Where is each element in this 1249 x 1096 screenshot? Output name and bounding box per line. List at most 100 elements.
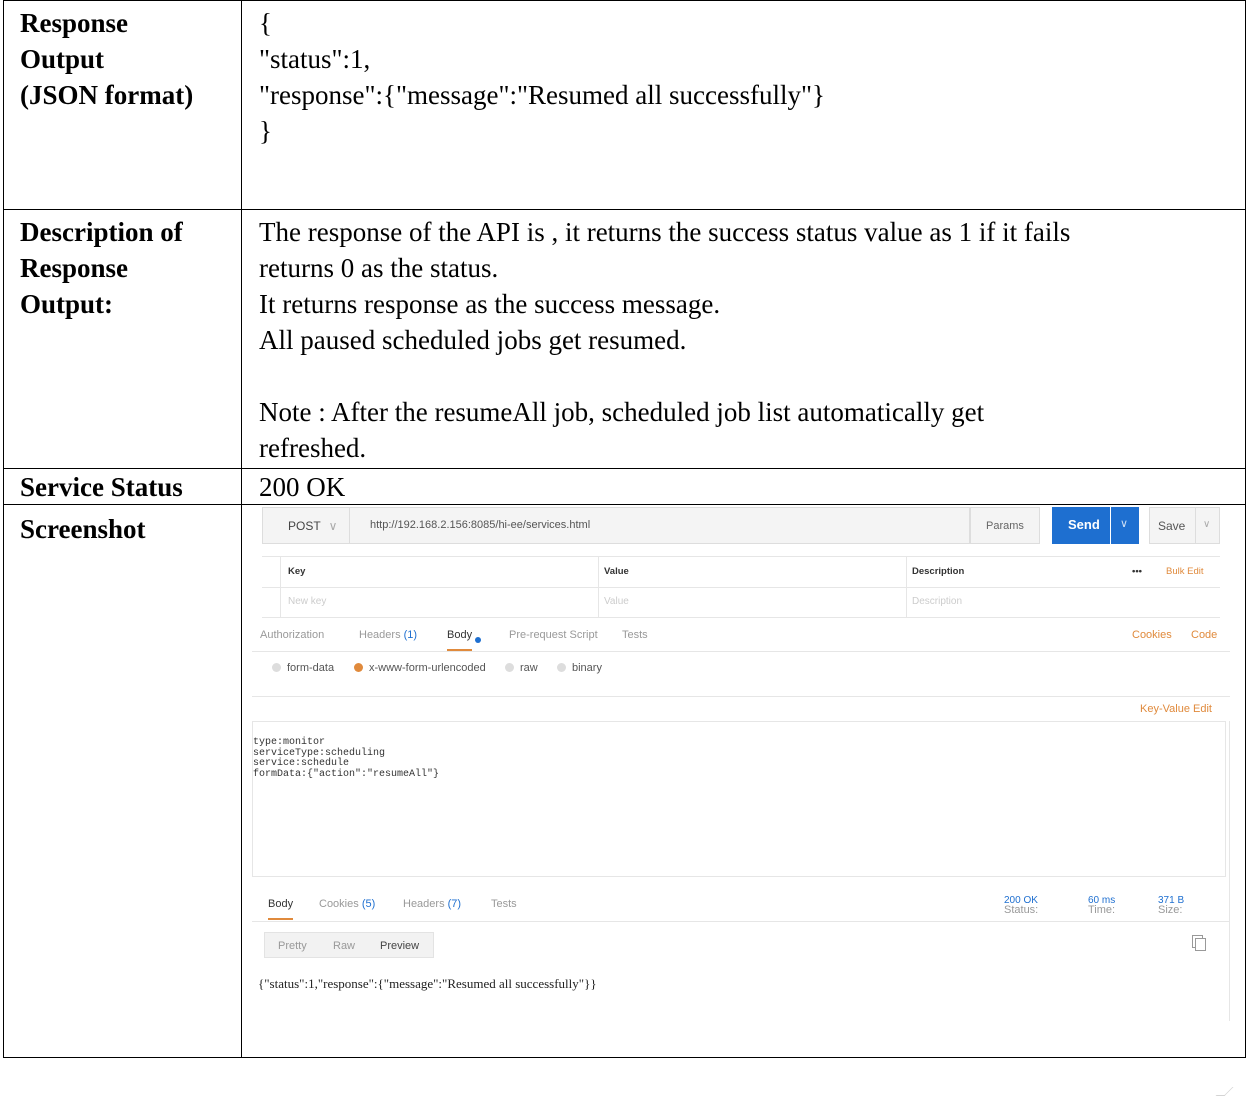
status-value: 200 OK [259,472,346,502]
resp-tab-cookies[interactable]: Cookies (5) [319,898,375,910]
label-line: (JSON format) [20,80,194,110]
pretty-button[interactable]: Pretty [278,940,307,952]
row-value: 200 OK [242,469,1245,505]
size-label: Size: [1158,904,1183,916]
desc-line: refreshed. [259,433,367,463]
resp-tab-tests[interactable]: Tests [491,898,517,910]
row-label: Screenshot [4,505,242,1058]
tab-headers-count: (1) [403,629,418,641]
resp-tab-headers-label: Headers [403,898,445,910]
resp-tab-headers[interactable]: Headers (7) [403,898,461,910]
new-key-input[interactable]: New key [288,596,326,607]
method-select[interactable]: POST ∨ [262,507,350,544]
params-new-row: New key Value Description [262,587,1220,618]
label-line: Output: [20,289,114,319]
label-line: Screenshot [20,514,146,544]
radio-selected-icon [354,663,363,672]
table-row-service-status: Service Status 200 OK [4,468,1245,505]
chevron-down-icon: ∨ [328,519,338,533]
bulk-edit-link[interactable]: Bulk Edit [1166,566,1204,577]
params-table: Key Value Description ••• Bulk Edit New … [262,556,1220,618]
col-value: Value [604,566,629,577]
desc-line: Note : After the resumeAll job, schedule… [259,397,985,427]
divider [1229,721,1230,1021]
preview-button[interactable]: Preview [380,940,419,952]
col-description: Description [912,566,965,577]
json-line: { [259,8,272,38]
more-options-icon[interactable]: ••• [1132,566,1142,577]
tab-headers[interactable]: Headers (1) [359,629,417,641]
tab-body-label: Body [447,629,473,641]
json-line: "response":{"message":"Resumed all succe… [259,80,825,110]
body-editor-text: type:monitor serviceType:scheduling serv… [253,737,440,780]
radio-label: binary [572,662,602,674]
label-line: Output [20,44,105,74]
desc-line: returns 0 as the status. [259,253,499,283]
row-label: Description of Response Output: [4,210,242,469]
active-dot-icon [475,637,482,643]
send-button[interactable]: Send [1052,507,1110,544]
status-label: Status: [1004,904,1039,916]
url-text: http://192.168.2.156:8085/hi-ee/services… [370,519,591,531]
resize-grip-icon[interactable] [1215,1087,1234,1096]
resp-tab-cookies-label: Cookies [319,898,359,910]
divider [598,556,599,618]
method-label: POST [288,519,321,533]
label-line: Response [20,253,129,283]
table-row-response-output: Response Output (JSON format) { "status"… [4,1,1245,209]
tab-headers-label: Headers [359,629,401,641]
label-line: Description of [20,217,183,247]
response-tabs: Body Cookies (5) Headers (7) Tests Statu… [252,889,1230,922]
radio-form-data[interactable]: form-data [272,662,334,674]
new-value-input[interactable]: Value [604,596,629,607]
request-tabs: Authorization Headers (1) Body Pre-reque… [252,621,1230,652]
col-key: Key [288,566,306,577]
tab-prerequest-script[interactable]: Pre-request Script [509,629,598,641]
resp-tab-headers-count: (7) [447,898,462,910]
row-value: { "status":1, "response":{"message":"Res… [242,1,1245,209]
tab-body[interactable]: Body [447,629,482,651]
desc-blank-line [259,358,1245,394]
radio-raw[interactable]: raw [505,662,538,674]
key-value-edit-link[interactable]: Key-Value Edit [1140,703,1212,715]
postman-screenshot: POST ∨ http://192.168.2.156:8085/hi-ee/se… [252,501,1234,1096]
row-label: Service Status [4,469,242,505]
desc-line: All paused scheduled jobs get resumed. [259,325,687,355]
response-status: Status: 200 OK [1004,895,1038,916]
url-input[interactable]: http://192.168.2.156:8085/hi-ee/services… [350,507,970,544]
json-line: } [259,116,272,146]
resp-tab-cookies-count: (5) [361,898,376,910]
copy-icon[interactable] [1192,935,1206,951]
label-line: Response [20,8,129,38]
radio-icon [505,663,514,672]
row-label: Response Output (JSON format) [4,1,242,209]
code-link[interactable]: Code [1191,629,1217,641]
body-editor[interactable]: type:monitor serviceType:scheduling serv… [252,721,1234,1096]
radio-x-www-form-urlencoded[interactable]: x-www-form-urlencoded [354,662,486,674]
response-body-text: {"status":1,"response":{"message":"Resum… [258,976,597,991]
radio-icon [557,663,566,672]
response-size: Size: 371 B [1158,895,1184,916]
radio-binary[interactable]: binary [557,662,602,674]
tab-authorization[interactable]: Authorization [260,629,324,641]
params-button[interactable]: Params [970,507,1040,544]
response-view-toggle: Pretty Raw Preview [264,932,434,958]
cookies-link[interactable]: Cookies [1132,629,1172,641]
response-time: Time: 60 ms [1088,895,1115,916]
request-url-bar: POST ∨ http://192.168.2.156:8085/hi-ee/se… [262,507,1220,544]
radio-icon [272,663,281,672]
tab-tests[interactable]: Tests [622,629,648,641]
row-value: The response of the API is , it returns … [242,210,1245,469]
new-description-input[interactable]: Description [912,596,962,607]
desc-line: The response of the API is , it returns … [259,217,1071,247]
radio-label: form-data [287,662,335,674]
send-dropdown-icon[interactable]: ∨ [1111,507,1139,544]
resp-tab-body[interactable]: Body [268,898,294,920]
raw-button[interactable]: Raw [333,940,355,952]
save-dropdown-icon[interactable]: ∨ [1196,507,1220,544]
table-row-description: Description of Response Output: The resp… [4,209,1245,469]
json-line: "status":1, [259,44,371,74]
desc-line: It returns response as the success messa… [259,289,721,319]
save-button[interactable]: Save [1149,507,1196,544]
time-label: Time: [1088,904,1116,916]
